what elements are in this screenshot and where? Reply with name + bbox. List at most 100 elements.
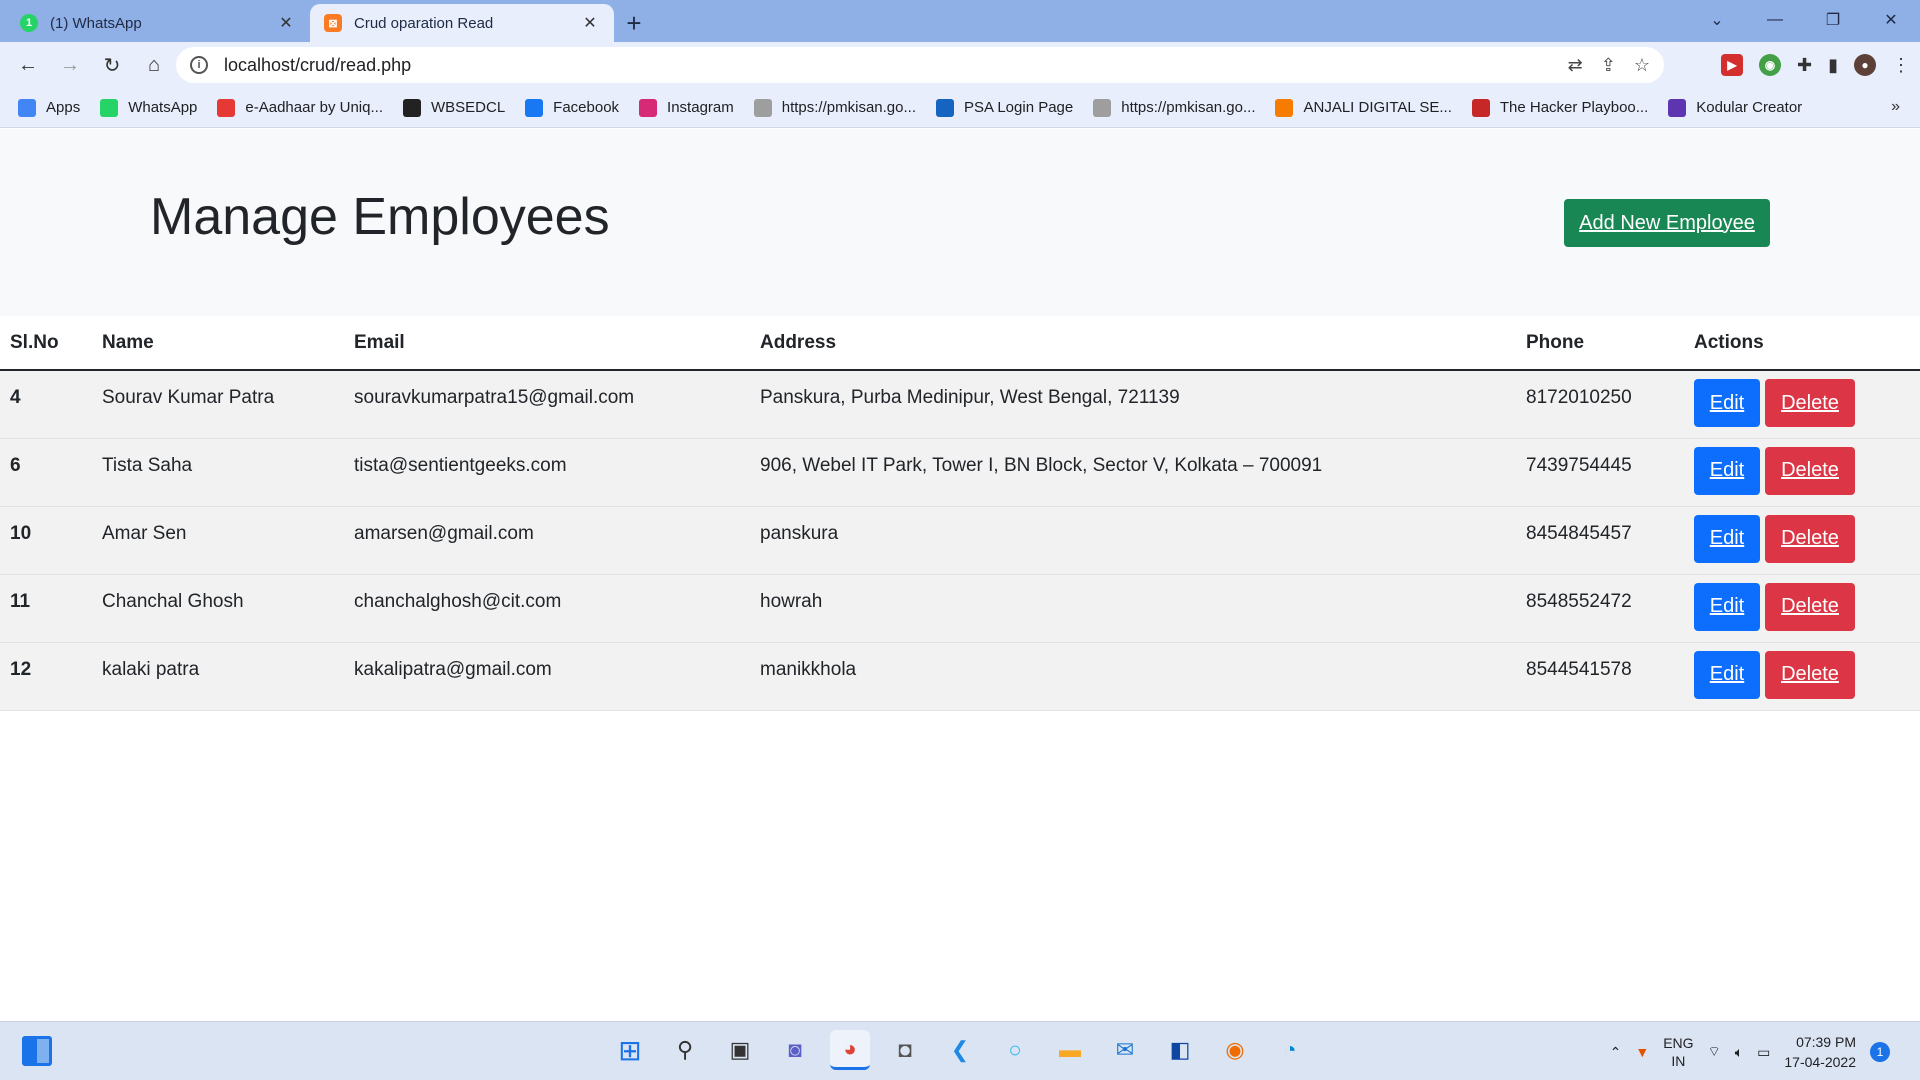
bookmark-item[interactable]: WBSEDCL — [402, 98, 505, 117]
profile-avatar[interactable]: ● — [1854, 54, 1876, 76]
edit-button[interactable]: Edit — [1694, 650, 1760, 699]
lang-code: ENG — [1663, 1035, 1694, 1051]
tray-app-icon[interactable]: ▼ — [1635, 1044, 1649, 1060]
page-content: Manage Employees Add New Employee Sl.No … — [0, 129, 1920, 1021]
bookmark-item[interactable]: https://pmkisan.go... — [1093, 98, 1256, 117]
bookmark-item[interactable]: Instagram — [639, 98, 734, 117]
column-header-actions: Actions — [1684, 316, 1920, 371]
page-icon — [753, 98, 772, 117]
window-controls: ⌄ — ❐ ✕ — [1688, 0, 1920, 40]
edit-button[interactable]: Edit — [1694, 514, 1760, 563]
file-explorer-icon[interactable]: ▬ — [1050, 1030, 1090, 1070]
chrome-icon[interactable]: ◕ — [830, 1030, 870, 1070]
bookmark-item[interactable]: PSA Login Page — [935, 98, 1073, 117]
apps-grid-icon — [18, 98, 36, 117]
cell-actions: Edit Delete — [1684, 438, 1920, 507]
bookmark-label: Instagram — [667, 99, 734, 116]
reload-button[interactable]: ↻ — [94, 47, 130, 83]
share-icon[interactable]: ⇪ — [1601, 55, 1616, 76]
close-window-button[interactable]: ✕ — [1862, 10, 1920, 30]
bookmark-label: ANJALI DIGITAL SE... — [1303, 99, 1452, 116]
cell-actions: Edit Delete — [1684, 642, 1920, 711]
forward-button[interactable]: → — [52, 47, 88, 83]
delete-button[interactable]: Delete — [1765, 582, 1855, 631]
close-tab-icon[interactable]: ✕ — [580, 13, 600, 33]
add-new-employee-button[interactable]: Add New Employee — [1564, 199, 1770, 247]
wifi-icon[interactable]: ⌔ — [1708, 1043, 1721, 1061]
translate-icon[interactable]: ⇄ — [1568, 55, 1583, 76]
bookmark-item[interactable]: Apps — [18, 98, 81, 117]
language-indicator[interactable]: ENG IN — [1663, 1034, 1693, 1070]
table-row: 6 Tista Saha tista@sentientgeeks.com 906, W… — [0, 438, 1920, 507]
extensions-puzzle-icon[interactable]: ✚ — [1797, 55, 1812, 76]
bookmark-item[interactable]: WhatsApp — [100, 98, 197, 117]
delete-button[interactable]: Delete — [1765, 514, 1855, 563]
cell-name: Tista Saha — [92, 438, 344, 507]
bookmark-item[interactable]: ANJALI DIGITAL SE... — [1275, 98, 1452, 117]
more-bookmarks-icon[interactable]: » — [1891, 98, 1900, 116]
volume-icon[interactable]: 🔈︎ — [1735, 1044, 1743, 1061]
minimize-button[interactable]: — — [1746, 11, 1804, 29]
firefox-icon[interactable]: ◉ — [1215, 1030, 1255, 1070]
notification-badge[interactable]: 1 — [1870, 1042, 1890, 1062]
bookmark-item[interactable]: Facebook — [525, 98, 620, 117]
cell-email: kakalipatra@gmail.com — [344, 642, 750, 711]
edge-icon[interactable]: ◔ — [1270, 1030, 1310, 1070]
cell-email: tista@sentientgeeks.com — [344, 438, 750, 507]
extension-globe-icon[interactable]: ◉ — [1759, 54, 1781, 76]
chat-icon[interactable]: ◙ — [775, 1030, 815, 1070]
outlook-icon[interactable]: ◧ — [1160, 1030, 1200, 1070]
cell-slno: 10 — [0, 506, 92, 575]
page-icon — [1093, 98, 1112, 117]
home-button[interactable]: ⌂ — [136, 47, 172, 83]
menu-kebab-icon[interactable]: ⋮ — [1892, 55, 1910, 76]
cortana-icon[interactable]: ○ — [995, 1030, 1035, 1070]
cell-address: howrah — [750, 574, 1516, 643]
bookmark-label: Facebook — [553, 99, 620, 116]
site-info-icon[interactable]: i — [190, 56, 208, 74]
psa-icon — [935, 98, 954, 117]
delete-button[interactable]: Delete — [1765, 379, 1855, 427]
bookmark-label: Apps — [46, 99, 81, 116]
cell-address: panskura — [750, 506, 1516, 575]
bookmark-label: https://pmkisan.go... — [1121, 99, 1256, 116]
search-icon[interactable]: ⚲ — [665, 1030, 705, 1070]
edit-button[interactable]: Edit — [1694, 582, 1760, 631]
clock-date: 17-04-2022 — [1784, 1054, 1856, 1070]
new-tab-button[interactable]: + — [614, 4, 654, 42]
chevron-up-icon[interactable]: ⌃ — [1610, 1044, 1622, 1061]
battery-icon[interactable]: ▭ — [1757, 1044, 1770, 1061]
address-bar[interactable]: i localhost/crud/read.php ⇄ ⇪ ☆ — [176, 47, 1664, 83]
bookmark-label: https://pmkisan.go... — [781, 99, 916, 116]
bookmark-item[interactable]: The Hacker Playboo... — [1471, 98, 1648, 117]
side-panel-icon[interactable]: ▮ — [1828, 55, 1838, 76]
start-icon[interactable]: ⊞ — [610, 1030, 650, 1070]
tab-search-icon[interactable]: ⌄ — [1688, 10, 1746, 30]
delete-button[interactable]: Delete — [1765, 650, 1855, 699]
whatsapp-icon: 1 — [20, 14, 38, 32]
mail-icon[interactable]: ✉ — [1105, 1030, 1145, 1070]
tab-whatsapp[interactable]: 1 (1) WhatsApp ✕ — [6, 4, 310, 42]
edit-button[interactable]: Edit — [1694, 379, 1760, 427]
vscode-icon[interactable]: ❮ — [940, 1030, 980, 1070]
cell-phone: 7439754445 — [1516, 438, 1684, 507]
bookmark-label: e-Aadhaar by Uniq... — [245, 99, 383, 116]
restore-button[interactable]: ❐ — [1804, 10, 1862, 30]
task-view-icon[interactable]: ▣ — [720, 1030, 760, 1070]
edit-button[interactable]: Edit — [1694, 446, 1760, 495]
bookmark-item[interactable]: https://pmkisan.go... — [753, 98, 916, 117]
clock[interactable]: 07:39 PM 17-04-2022 — [1784, 1032, 1856, 1072]
bookmark-item[interactable]: Kodular Creator — [1668, 98, 1802, 117]
facebook-icon — [525, 98, 544, 117]
camera-icon[interactable]: ◘ — [885, 1030, 925, 1070]
back-button[interactable]: ← — [10, 47, 46, 83]
extension-red-icon[interactable]: ▶ — [1721, 54, 1743, 76]
delete-button[interactable]: Delete — [1765, 446, 1855, 495]
cell-actions: Edit Delete — [1684, 506, 1920, 575]
widgets-icon[interactable] — [22, 1036, 52, 1066]
bookmark-item[interactable]: e-Aadhaar by Uniq... — [217, 98, 383, 117]
bookmark-star-icon[interactable]: ☆ — [1634, 55, 1650, 76]
whatsapp-icon — [100, 98, 119, 117]
tab-crud-read[interactable]: ⊠ Crud oparation Read ✕ — [310, 4, 614, 42]
close-tab-icon[interactable]: ✕ — [276, 13, 296, 33]
